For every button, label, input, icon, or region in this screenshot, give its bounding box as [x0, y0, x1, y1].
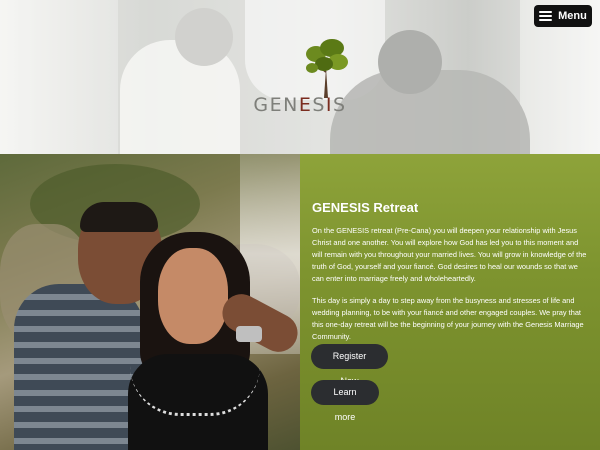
logo-text-right: S	[333, 94, 347, 116]
retreat-title: GENESIS Retreat	[312, 200, 419, 215]
retreat-info-panel: GENESIS Retreat On the GENESIS retreat (…	[300, 154, 600, 450]
hero-banner: GENESIS Menu	[0, 0, 600, 154]
menu-label: Menu	[558, 10, 587, 22]
retreat-description: On the GENESIS retreat (Pre-Cana) you wi…	[312, 226, 587, 283]
logo-text-mid: S	[312, 94, 326, 116]
hamburger-icon	[539, 11, 553, 21]
logo-text-accent: E	[298, 94, 313, 116]
logo-text-accent-2: I	[325, 94, 334, 116]
photo-woman-face	[158, 248, 228, 344]
register-now-button[interactable]: Register Now	[311, 344, 388, 386]
photo-man-shirt	[14, 284, 144, 450]
retreat-day-description: This day is simply a day to step away fr…	[312, 296, 584, 341]
photo-man-hair	[80, 202, 158, 232]
tree-icon	[306, 39, 348, 98]
photo-watch	[236, 326, 262, 342]
couple-photo	[0, 154, 300, 450]
learn-more-button[interactable]: Learn more	[311, 380, 379, 422]
genesis-logo[interactable]: GENESIS	[250, 38, 350, 120]
logo-text-left: GEN	[253, 94, 299, 116]
logo-wordmark: GENESIS	[250, 94, 350, 116]
menu-button[interactable]: Menu	[534, 5, 592, 27]
